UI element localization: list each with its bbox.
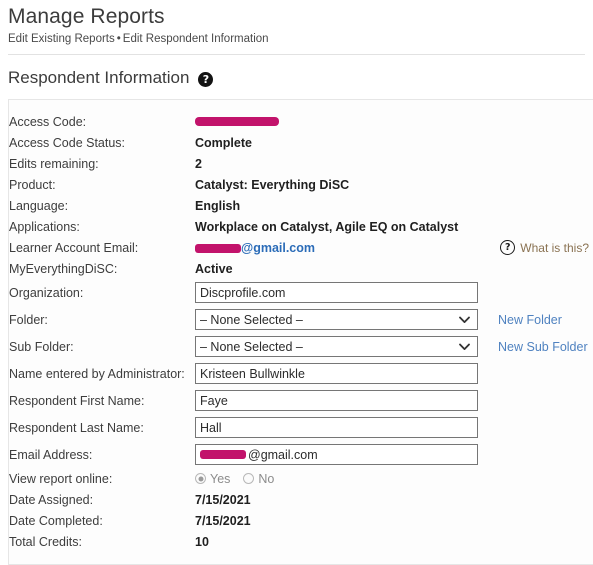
value-access-code: [195, 111, 593, 132]
label-sub-folder: Sub Folder:: [9, 339, 74, 354]
help-icon[interactable]: ?: [198, 71, 214, 87]
respondent-form-table: Access Code: Access Code Status: Complet…: [9, 111, 593, 552]
cell-view-report-online: Yes No: [195, 468, 593, 489]
cell-last-name: [195, 414, 593, 441]
radio-label-yes: Yes: [210, 471, 231, 486]
table-row-applications: Applications: Workplace on Catalyst, Agi…: [9, 216, 593, 237]
label-language: Language:: [9, 198, 69, 213]
label-email-address: Email Address:: [9, 447, 93, 462]
admin-name-input[interactable]: [195, 363, 478, 384]
radio-option-yes[interactable]: Yes: [195, 472, 230, 486]
last-name-input[interactable]: [195, 417, 478, 438]
label-myeverythingdisc: MyEverythingDiSC:: [9, 261, 118, 276]
breadcrumb-item-edit-respondent-information: Edit Respondent Information: [122, 33, 269, 45]
breadcrumb-item-edit-existing-reports[interactable]: Edit Existing Reports: [8, 33, 115, 45]
respondent-information-panel: Access Code: Access Code Status: Complet…: [8, 99, 593, 565]
label-access-code-status: Access Code Status:: [9, 135, 126, 150]
redaction-mark-learner-email: [195, 243, 241, 253]
breadcrumb: Edit Existing Reports • Edit Respondent In…: [8, 31, 593, 47]
label-view-report-online: View report online:: [9, 471, 113, 486]
value-access-code-status: Complete: [195, 135, 252, 150]
table-row-access-code-status: Access Code Status: Complete: [9, 132, 593, 153]
page-header: Manage Reports Edit Existing Reports • Edi…: [0, 0, 593, 47]
table-row-date-completed: Date Completed: 7/15/2021: [9, 510, 593, 531]
value-product: Catalyst: Everything DiSC: [195, 177, 350, 192]
value-language: English: [195, 198, 241, 213]
table-row-last-name: Respondent Last Name:: [9, 414, 593, 441]
table-row-date-assigned: Date Assigned: 7/15/2021: [9, 489, 593, 510]
first-name-input[interactable]: [195, 390, 478, 411]
page-title: Manage Reports: [8, 5, 165, 28]
table-row-view-report-online: View report online: Yes No: [9, 468, 593, 489]
table-row-product: Product: Catalyst: Everything DiSC: [9, 174, 593, 195]
label-total-credits: Total Credits:: [9, 534, 82, 549]
label-applications: Applications:: [9, 219, 80, 234]
value-date-completed: 7/15/2021: [195, 513, 251, 528]
table-row-sub-folder: Sub Folder: – None Selected – New Sub Fo…: [9, 333, 593, 360]
view-report-radio-group: Yes No: [195, 472, 593, 486]
new-folder-link[interactable]: New Folder: [498, 313, 562, 327]
table-row-edits-remaining: Edits remaining: 2: [9, 153, 593, 174]
cell-first-name: [195, 387, 593, 414]
cell-organization: [195, 279, 593, 306]
table-row-learner-account-email: Learner Account Email: @gmail.com ? What…: [9, 237, 593, 258]
table-row-first-name: Respondent First Name:: [9, 387, 593, 414]
label-access-code: Access Code:: [9, 114, 87, 129]
sub-folder-select-wrap: – None Selected –: [195, 336, 478, 357]
what-is-this-label: What is this?: [520, 240, 589, 255]
organization-input[interactable]: [195, 282, 478, 303]
cell-admin-name: [195, 360, 593, 387]
new-sub-folder-link[interactable]: New Sub Folder: [498, 340, 588, 354]
label-first-name: Respondent First Name:: [9, 393, 145, 408]
question-mark-icon: ?: [500, 240, 516, 255]
table-row-myeverythingdisc: MyEverythingDiSC: Active: [9, 258, 593, 279]
redaction-mark-email-address: [200, 450, 246, 459]
label-learner-account-email: Learner Account Email:: [9, 240, 139, 255]
cell-email-address: [195, 441, 593, 468]
cell-sub-folder: – None Selected – New Sub Folder: [195, 333, 593, 360]
table-row-access-code: Access Code:: [9, 111, 593, 132]
label-product: Product:: [9, 177, 56, 192]
value-date-assigned: 7/15/2021: [195, 492, 251, 507]
label-edits-remaining: Edits remaining:: [9, 156, 99, 171]
folder-select-wrap: – None Selected –: [195, 309, 478, 330]
label-date-assigned: Date Assigned:: [9, 492, 94, 507]
value-applications: Workplace on Catalyst, Agile EQ on Catal…: [195, 219, 459, 234]
radio-option-no[interactable]: No: [243, 472, 274, 486]
section-header: Respondent Information ?: [0, 55, 593, 91]
label-admin-name: Name entered by Administrator:: [9, 366, 185, 381]
table-row-email-address: Email Address:: [9, 441, 593, 468]
value-total-credits: 10: [195, 534, 209, 549]
what-is-this-link[interactable]: ? What is this?: [500, 240, 589, 255]
table-row-organization: Organization:: [9, 279, 593, 306]
radio-button-yes[interactable]: [195, 473, 206, 484]
table-row-total-credits: Total Credits: 10: [9, 531, 593, 552]
breadcrumb-separator: •: [116, 33, 121, 45]
value-myeverythingdisc: Active: [195, 261, 233, 276]
table-row-folder: Folder: – None Selected – New Folder: [9, 306, 593, 333]
label-organization: Organization:: [9, 285, 84, 300]
redaction-mark-access-code: [195, 117, 279, 127]
sub-folder-select[interactable]: – None Selected –: [195, 336, 478, 357]
value-edits-remaining: 2: [195, 156, 202, 171]
table-row-admin-name: Name entered by Administrator:: [9, 360, 593, 387]
value-learner-account-email: @gmail.com ? What is this?: [195, 237, 593, 258]
learner-email-link[interactable]: @gmail.com: [195, 241, 315, 255]
label-date-completed: Date Completed:: [9, 513, 103, 528]
table-row-language: Language: English: [9, 195, 593, 216]
learner-email-domain[interactable]: @gmail.com: [241, 241, 315, 255]
radio-label-no: No: [258, 471, 275, 486]
folder-select[interactable]: – None Selected –: [195, 309, 478, 330]
label-folder: Folder:: [9, 312, 48, 327]
radio-button-no[interactable]: [243, 473, 255, 484]
email-input-wrap: [195, 444, 478, 465]
section-title: Respondent Information: [8, 68, 190, 87]
cell-folder: – None Selected – New Folder: [195, 306, 593, 333]
label-last-name: Respondent Last Name:: [9, 420, 144, 435]
